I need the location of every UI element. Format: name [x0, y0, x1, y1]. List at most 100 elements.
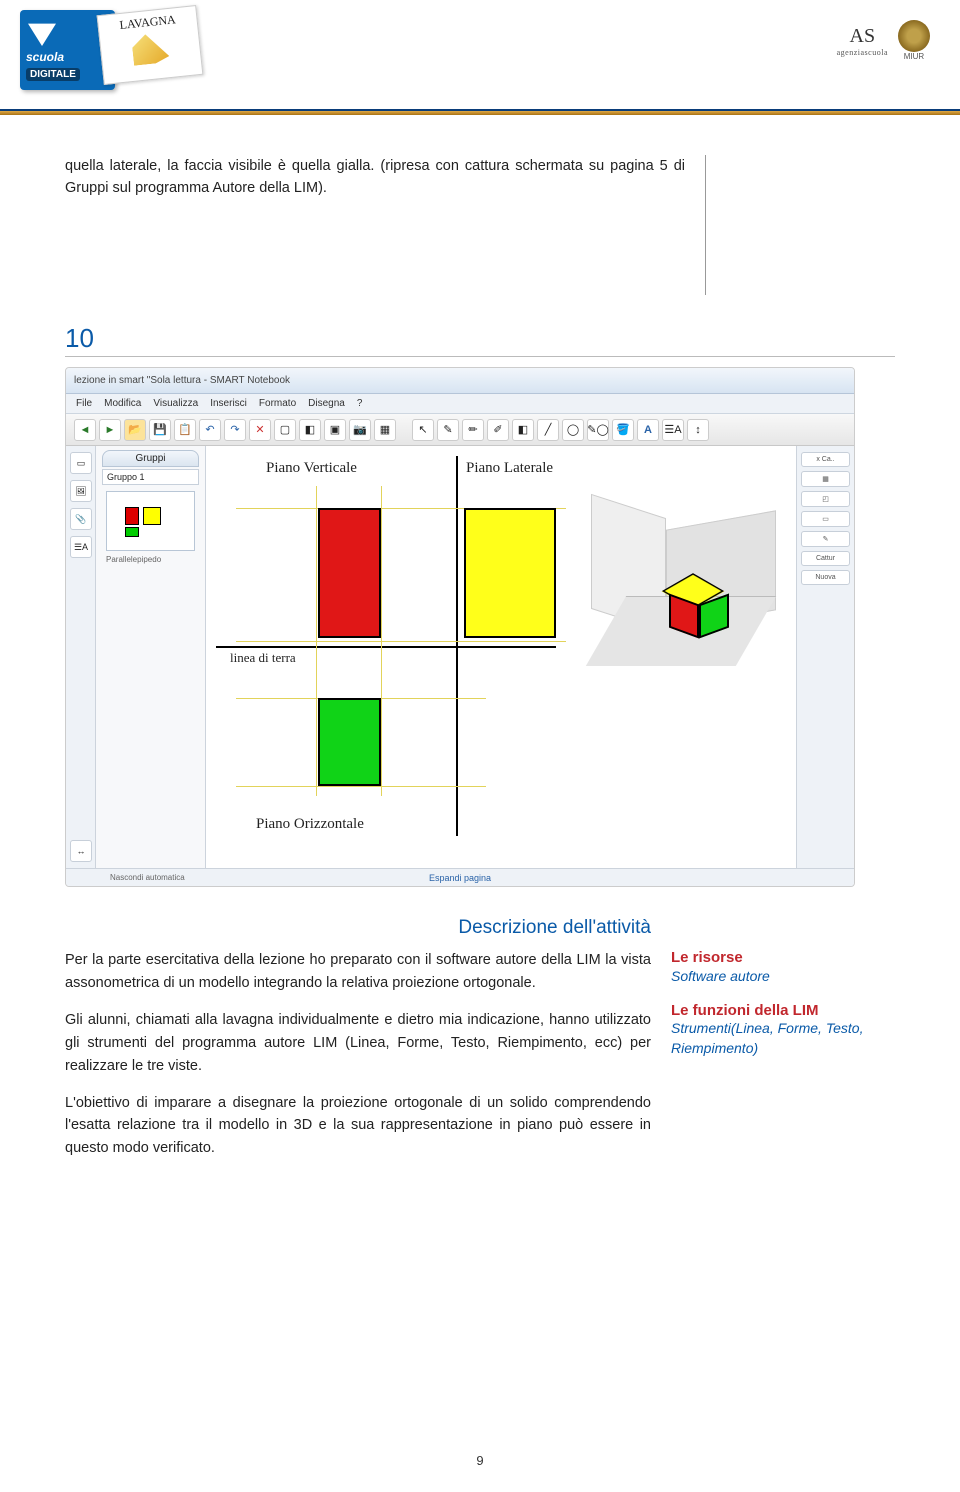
footer-autohide[interactable]: Nascondi automatica [110, 873, 185, 882]
app-titlebar: lezione in smart "Sola lettura - SMART N… [66, 368, 854, 394]
sidebar-funzioni-heading: Le funzioni della LIM [671, 1002, 895, 1019]
toolbar-pen3-icon[interactable]: ✐ [487, 419, 509, 441]
app-footer: Nascondi automatica Espandi pagina [66, 868, 854, 886]
toolbar-table-icon[interactable]: ▦ [374, 419, 396, 441]
label-linea-terra: linea di terra [230, 650, 296, 666]
page-number: 9 [476, 1453, 483, 1468]
rail-props-icon[interactable]: ☰A [70, 536, 92, 558]
smart-notebook-screenshot: lezione in smart "Sola lettura - SMART N… [65, 367, 855, 887]
group-tab[interactable]: Gruppi [102, 450, 199, 467]
menu-formato[interactable]: Formato [259, 398, 296, 409]
rect-top-green [318, 698, 381, 786]
thumbnail-preview [121, 501, 181, 541]
projection-hline [216, 646, 556, 648]
toolbar-open-icon[interactable]: 📂 [124, 419, 146, 441]
sidebar-risorse-heading: Le risorse [671, 949, 895, 966]
rail-attach-icon[interactable]: 📎 [70, 508, 92, 530]
toolbar-save-icon[interactable]: 💾 [149, 419, 171, 441]
activity-section: Descrizione dell'attività Per la parte e… [65, 917, 895, 1174]
toolbar-line-icon[interactable]: ╱ [537, 419, 559, 441]
projector-icon [131, 32, 170, 66]
menu-file[interactable]: File [76, 398, 92, 409]
activity-p1: Per la parte esercitativa della lezione … [65, 949, 651, 995]
as-monogram: AS [850, 25, 876, 47]
menu-disegna[interactable]: Disegna [308, 398, 345, 409]
activity-p2: Gli alunni, chiamati alla lavagna indivi… [65, 1009, 651, 1078]
toolbar-move-icon[interactable]: ↕ [687, 419, 709, 441]
toolbar-pen1-icon[interactable]: ✎ [437, 419, 459, 441]
app-left-rail: ▭ 🖼 📎 ☰A ↔ [66, 446, 96, 868]
logo-right-group: AS agenziascuola MIUR [837, 20, 930, 61]
group-panel: Gruppi Gruppo 1 Parallelepipedo [96, 446, 206, 868]
activity-p3: L'obiettivo di imparare a disegnare la p… [65, 1092, 651, 1161]
logo-left-group: scuola DIGITALE LAVAGNA [20, 10, 190, 100]
rail-pages-icon[interactable]: ▭ [70, 452, 92, 474]
menu-visualizza[interactable]: Visualizza [153, 398, 198, 409]
app-toolbar: ◄ ► 📂 💾 📋 ↶ ↷ ✕ ▢ ◧ ▣ 📷 ▦ ↖ ✎ ✏ ✐ ◧ ╱ ◯ … [66, 414, 854, 446]
logo-lavagna-text: LAVAGNA [119, 12, 176, 32]
toolbar-delete-icon[interactable]: ✕ [249, 419, 271, 441]
app-body: ▭ 🖼 📎 ☰A ↔ Gruppi Gruppo 1 Parallelepipe… [66, 446, 854, 868]
orth-line-6 [236, 786, 486, 787]
toolbar-props-icon[interactable]: ☰A [662, 419, 684, 441]
orth-line-4 [236, 641, 566, 642]
toolbar-pen2-icon[interactable]: ✏ [462, 419, 484, 441]
toolbar-eraser-icon[interactable]: ◧ [512, 419, 534, 441]
rail-collapse-icon[interactable]: ↔ [70, 840, 92, 862]
toolbar-shade-icon[interactable]: ◧ [299, 419, 321, 441]
toolbar-pointer-icon[interactable]: ↖ [412, 419, 434, 441]
toolbar-dualpage-icon[interactable]: ▣ [324, 419, 346, 441]
toolbar-fwd-icon[interactable]: ► [99, 419, 121, 441]
arrow-down-icon [28, 18, 56, 46]
top-paragraph: quella laterale, la faccia visibile è qu… [65, 155, 685, 295]
toolbar-screen-icon[interactable]: ▢ [274, 419, 296, 441]
menu-modifica[interactable]: Modifica [104, 398, 141, 409]
isometric-room [576, 486, 786, 666]
toolbar-shapepen-icon[interactable]: ✎◯ [587, 419, 609, 441]
miur-emblem-icon [898, 20, 930, 52]
agenzia-scuola-logo: AS agenziascuola [837, 25, 888, 57]
footer-expand-link[interactable]: Espandi pagina [429, 873, 491, 883]
content-area: quella laterale, la faccia visibile è qu… [0, 115, 960, 1194]
toolbar-text-icon[interactable]: A [637, 419, 659, 441]
toolbar-fill-icon[interactable]: 🪣 [612, 419, 634, 441]
logo-lavagna: LAVAGNA [97, 5, 204, 85]
top-side-empty [705, 155, 895, 295]
page-thumbnail[interactable] [106, 491, 195, 551]
app-menubar: File Modifica Visualizza Inserisci Forma… [66, 394, 854, 414]
right-panel-capture-screen-icon[interactable]: ▭ [801, 511, 850, 527]
rect-side-yellow [464, 508, 556, 638]
miur-logo: MIUR [898, 20, 930, 61]
app-canvas[interactable]: Piano Verticale Piano Laterale linea di … [206, 446, 796, 868]
toolbar-undo-icon[interactable]: ↶ [199, 419, 221, 441]
right-panel-capture-area-icon[interactable]: ▦ [801, 471, 850, 487]
menu-inserisci[interactable]: Inserisci [210, 398, 247, 409]
right-panel-nuova[interactable]: Nuova [801, 570, 850, 585]
toolbar-back-icon[interactable]: ◄ [74, 419, 96, 441]
label-piano-verticale: Piano Verticale [266, 460, 357, 477]
rail-gallery-icon[interactable]: 🖼 [70, 480, 92, 502]
menu-help[interactable]: ? [357, 398, 363, 409]
label-piano-orizzontale: Piano Orizzontale [256, 816, 364, 833]
figure-number: 10 [65, 323, 895, 357]
activity-sidebar: Le risorse Software autore Le funzioni d… [671, 917, 895, 1174]
group-sub[interactable]: Gruppo 1 [102, 469, 199, 485]
thumbnail-label: Parallelepipedo [106, 555, 195, 564]
logo-digitale-text: DIGITALE [26, 68, 80, 81]
right-panel-cattur[interactable]: Cattur [801, 551, 850, 566]
right-panel-capture-free-icon[interactable]: ✎ [801, 531, 850, 547]
top-row: quella laterale, la faccia visibile è qu… [65, 155, 895, 295]
toolbar-shape-icon[interactable]: ◯ [562, 419, 584, 441]
label-piano-laterale: Piano Laterale [466, 460, 553, 477]
as-subtext: agenziascuola [837, 48, 888, 57]
toolbar-redo-icon[interactable]: ↷ [224, 419, 246, 441]
sidebar-risorse-text: Software autore [671, 968, 895, 984]
right-panel-capture-window-icon[interactable]: ◰ [801, 491, 850, 507]
miur-text: MIUR [898, 52, 930, 61]
logo-scuola-text: scuola [26, 50, 64, 64]
sidebar-funzioni-text: Strumenti(Linea, Forme, Testo, Riempimen… [671, 1019, 895, 1058]
page-header: scuola DIGITALE LAVAGNA AS agenziascuola… [0, 0, 960, 115]
right-panel-close[interactable]: x Ca.. [801, 452, 850, 467]
toolbar-capture-icon[interactable]: 📷 [349, 419, 371, 441]
toolbar-paste-icon[interactable]: 📋 [174, 419, 196, 441]
